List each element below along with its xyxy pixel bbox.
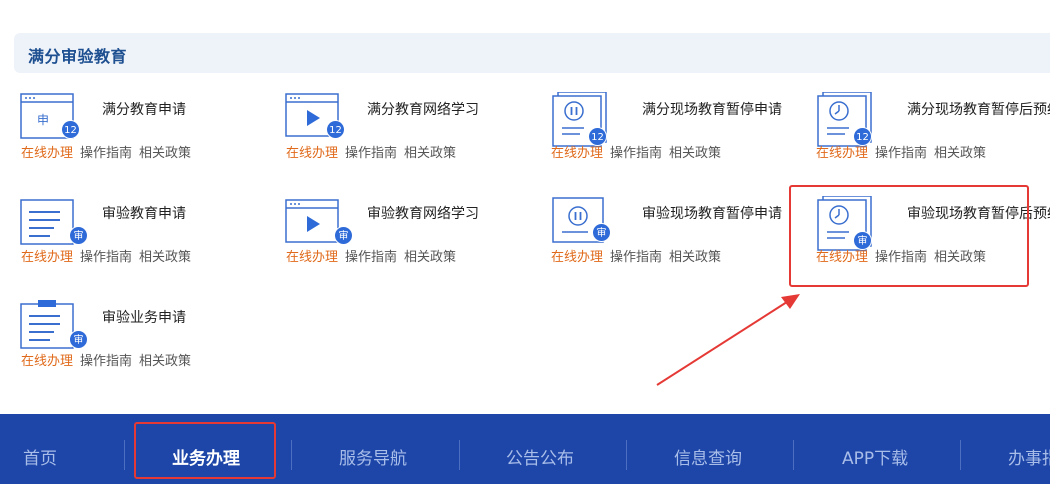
annotation-nav-highlight-box (134, 422, 276, 479)
nav-office-guide[interactable]: 办事指 (1008, 444, 1050, 469)
nav-divider (960, 440, 961, 470)
nav-divider (793, 440, 794, 470)
nav-home[interactable]: 首页 (23, 444, 57, 469)
nav-info-query[interactable]: 信息查询 (674, 444, 742, 469)
annotation-arrow-icon (656, 294, 800, 386)
nav-divider (124, 440, 125, 470)
nav-announcements[interactable]: 公告公布 (506, 444, 574, 469)
nav-divider (626, 440, 627, 470)
nav-divider (291, 440, 292, 470)
nav-service-guide[interactable]: 服务导航 (339, 444, 407, 469)
page: 满分审验教育 申 12 满分教育申请 在线办理 操作指南 相关政策 12 满分教… (0, 0, 1050, 484)
nav-app-download[interactable]: APP下载 (842, 444, 908, 469)
nav-divider (459, 440, 460, 470)
bottom-nav: 首页 业务办理 服务导航 公告公布 信息查询 APP下载 办事指 (0, 414, 1050, 484)
